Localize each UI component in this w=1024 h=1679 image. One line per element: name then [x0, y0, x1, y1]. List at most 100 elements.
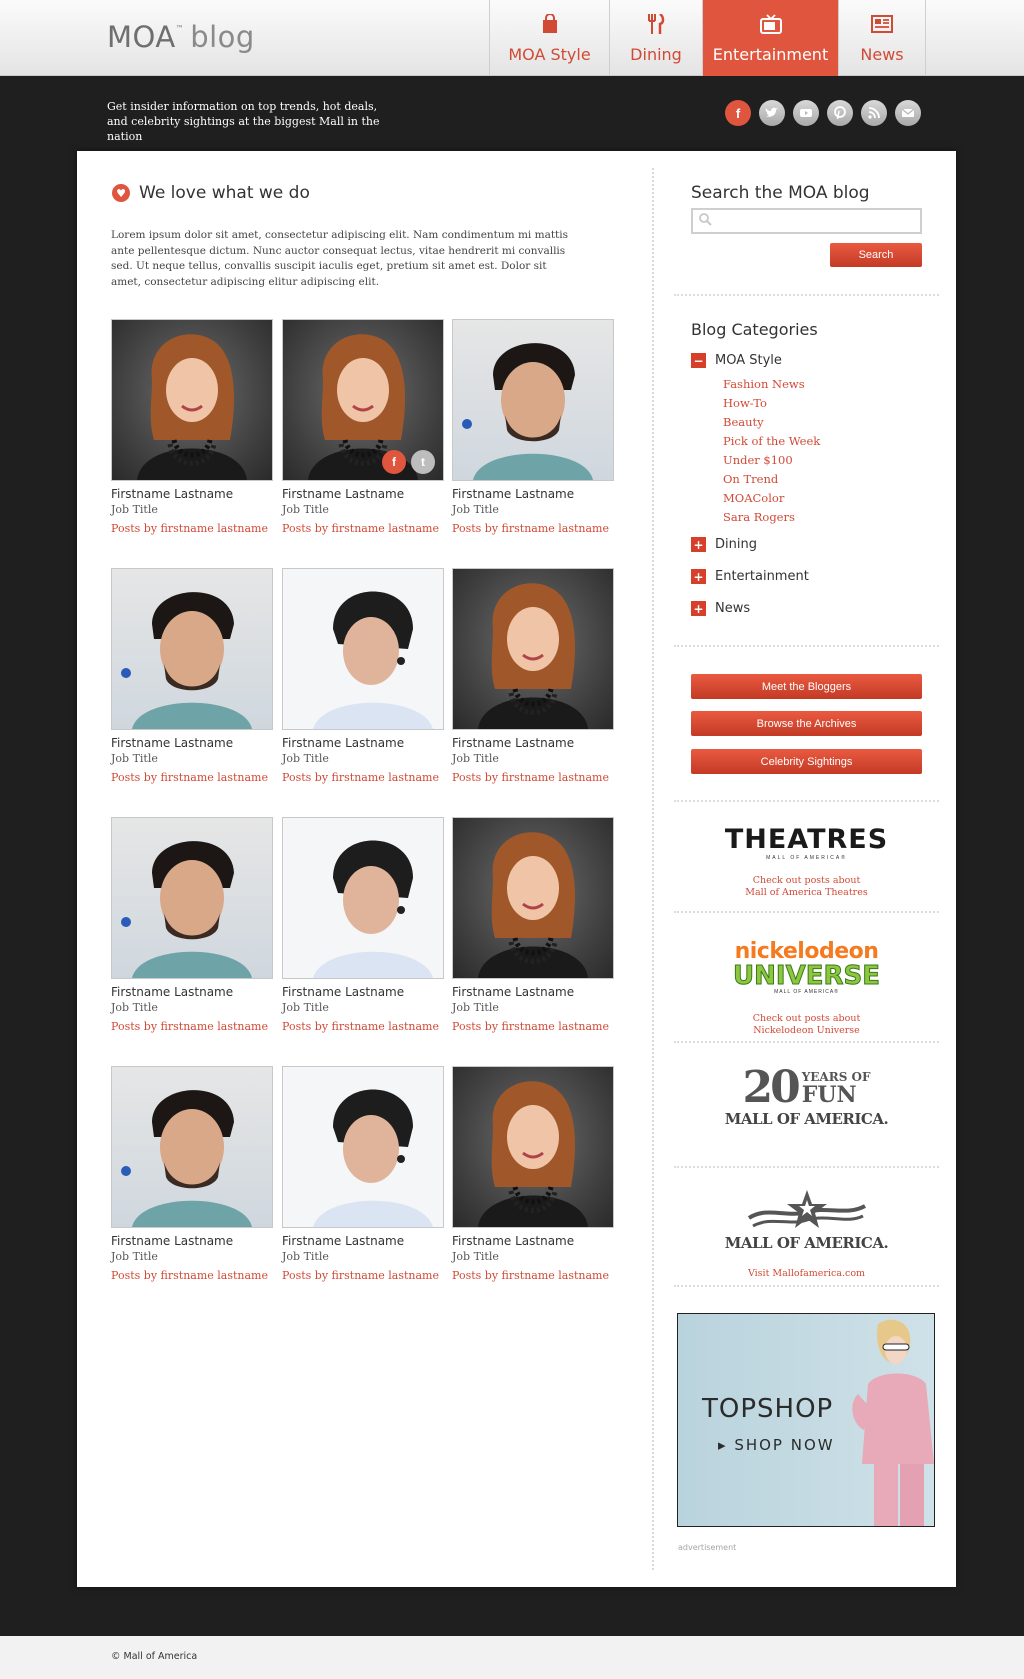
twitter-share-icon[interactable]: t — [411, 450, 435, 474]
page-title: ♥ We love what we do — [112, 183, 310, 203]
shopping-bag-icon — [539, 13, 561, 35]
blogger-card[interactable]: Firstname Lastname Job Title Posts by firs… — [452, 568, 614, 784]
blogger-job-title: Job Title — [282, 752, 329, 765]
blogger-job-title: Job Title — [282, 503, 329, 516]
search-title-text: Search the MOA blog — [691, 183, 870, 203]
blogger-job-title: Job Title — [111, 503, 158, 516]
blogger-card[interactable]: Firstname Lastname Job Title Posts by firs… — [282, 817, 444, 1033]
blogger-job-title: Job Title — [282, 1250, 329, 1263]
blogger-photo[interactable] — [111, 817, 273, 979]
nav-dining[interactable]: Dining — [609, 0, 702, 76]
nickelodeon-link-line1[interactable]: Check out posts about — [674, 1013, 939, 1025]
sidebar-divider — [674, 1041, 939, 1043]
blogger-job-title: Job Title — [111, 752, 158, 765]
youtube-icon[interactable] — [793, 100, 819, 126]
blogger-photo[interactable] — [282, 1066, 444, 1228]
category-label: MOA Style — [715, 353, 782, 368]
twenty-years-text: YEARS OF FUN — [802, 1070, 871, 1106]
site-footer: © Mall of America — [0, 1636, 1024, 1679]
blogger-card[interactable]: Firstname Lastname Job Title Posts by firs… — [282, 1066, 444, 1282]
blogger-card[interactable]: Firstname Lastname Job Title Posts by firs… — [111, 817, 273, 1033]
blogger-card[interactable]: Firstname Lastname Job Title Posts by firs… — [111, 1066, 273, 1282]
blogger-posts-link[interactable]: Posts by firstname lastname — [452, 771, 614, 784]
blogger-posts-link[interactable]: Posts by firstname lastname — [282, 771, 444, 784]
blogger-photo[interactable]: ft — [282, 319, 444, 481]
blogger-posts-link[interactable]: Posts by firstname lastname — [282, 522, 444, 535]
search-input[interactable] — [691, 208, 922, 234]
meet-bloggers-button[interactable]: Meet the Bloggers — [691, 674, 922, 699]
topshop-ad[interactable]: TOPSHOP ▸ SHOP NOW — [677, 1313, 935, 1527]
blogger-posts-link[interactable]: Posts by firstname lastname — [282, 1269, 444, 1282]
fork-knife-icon — [645, 13, 667, 35]
subcategory-link[interactable]: Beauty — [723, 415, 764, 429]
category-news[interactable]: + News — [691, 601, 750, 616]
blogger-photo[interactable] — [452, 817, 614, 979]
theatres-link-line2[interactable]: Mall of America Theatres — [674, 887, 939, 899]
visit-moa-link[interactable]: Visit Mallofamerica.com — [674, 1268, 939, 1280]
heart-icon: ♥ — [112, 184, 130, 202]
search-icon — [699, 213, 712, 229]
twitter-icon[interactable] — [759, 100, 785, 126]
facebook-icon[interactable]: f — [725, 100, 751, 126]
nav-dining-label: Dining — [630, 45, 682, 64]
blogger-card[interactable]: Firstname Lastname Job Title Posts by firs… — [452, 817, 614, 1033]
browse-archives-button[interactable]: Browse the Archives — [691, 711, 922, 736]
subcategory-link[interactable]: Under $100 — [723, 453, 793, 467]
blogger-photo[interactable] — [111, 568, 273, 730]
page-title-text: We love what we do — [139, 183, 310, 203]
category-entertainment[interactable]: + Entertainment — [691, 569, 809, 584]
blogger-photo[interactable] — [111, 1066, 273, 1228]
nav-entertainment[interactable]: Entertainment — [702, 0, 838, 76]
blogger-card[interactable]: Firstname Lastname Job Title Posts by firs… — [452, 1066, 614, 1282]
blogger-posts-link[interactable]: Posts by firstname lastname — [111, 1269, 273, 1282]
blogger-posts-link[interactable]: Posts by firstname lastname — [452, 1020, 614, 1033]
site-logo[interactable]: MOA™ blog — [107, 20, 255, 54]
moa-promo[interactable]: MALL OF AMERICA. Visit Mallofamerica.com — [674, 1186, 939, 1280]
subcategory-link[interactable]: MOAColor — [723, 491, 784, 505]
theatres-link-line1[interactable]: Check out posts about — [674, 875, 939, 887]
category-dining[interactable]: + Dining — [691, 537, 757, 552]
twenty-years-logo[interactable]: 20 YEARS OF FUN MALL OF AMERICA. — [674, 1066, 939, 1129]
nav-news[interactable]: News — [838, 0, 926, 76]
blogger-posts-link[interactable]: Posts by firstname lastname — [111, 771, 273, 784]
email-icon[interactable] — [895, 100, 921, 126]
ad-cta[interactable]: ▸ SHOP NOW — [718, 1436, 835, 1454]
blogger-photo[interactable] — [282, 817, 444, 979]
blogger-posts-link[interactable]: Posts by firstname lastname — [452, 522, 614, 535]
blogger-posts-link[interactable]: Posts by firstname lastname — [282, 1020, 444, 1033]
blogger-card[interactable]: Firstname Lastname Job Title Posts by firs… — [452, 319, 614, 535]
subcategory-link[interactable]: Sara Rogers — [723, 510, 795, 524]
blogger-card[interactable]: Firstname Lastname Job Title Posts by firs… — [111, 319, 273, 535]
blogger-photo[interactable] — [452, 568, 614, 730]
blogger-photo[interactable] — [452, 1066, 614, 1228]
ad-brand: TOPSHOP — [702, 1394, 834, 1424]
pinterest-icon[interactable] — [827, 100, 853, 126]
blogger-photo[interactable] — [452, 319, 614, 481]
nickelodeon-promo[interactable]: nickelodeon UNIVERSE MALL OF AMERICA® Ch… — [674, 941, 939, 1037]
search-button[interactable]: Search — [830, 243, 922, 267]
category-moa-style[interactable]: − MOA Style — [691, 353, 782, 368]
nav-moa-style[interactable]: MOA Style — [489, 0, 609, 76]
blogger-photo[interactable] — [282, 568, 444, 730]
nickelodeon-link-line2[interactable]: Nickelodeon Universe — [674, 1025, 939, 1037]
blogger-posts-link[interactable]: Posts by firstname lastname — [111, 1020, 273, 1033]
sidebar-divider — [674, 800, 939, 802]
blogger-posts-link[interactable]: Posts by firstname lastname — [111, 522, 273, 535]
blogger-card[interactable]: f t Firstname Lastname Job Title Posts by fi… — [282, 319, 444, 535]
play-arrow-icon: ▸ — [718, 1436, 728, 1454]
subcategory-link[interactable]: On Trend — [723, 472, 778, 486]
theatres-promo[interactable]: THEATRES MALL OF AMERICA® Check out post… — [674, 824, 939, 899]
subcategory-link[interactable]: Fashion News — [723, 377, 805, 391]
blogger-name: Firstname Lastname — [452, 985, 575, 999]
subcategory-link[interactable]: How-To — [723, 396, 767, 410]
subcategory-link[interactable]: Pick of the Week — [723, 434, 820, 448]
facebook-share-icon[interactable]: f — [382, 450, 406, 474]
blogger-photo[interactable] — [111, 319, 273, 481]
blogger-card[interactable]: Firstname Lastname Job Title Posts by firs… — [111, 568, 273, 784]
sidebar-divider — [674, 911, 939, 913]
blogger-posts-link[interactable]: Posts by firstname lastname — [452, 1269, 614, 1282]
celebrity-sightings-button[interactable]: Celebrity Sightings — [691, 749, 922, 774]
rss-icon[interactable] — [861, 100, 887, 126]
blogger-card[interactable]: Firstname Lastname Job Title Posts by firs… — [282, 568, 444, 784]
blogger-name: Firstname Lastname — [452, 736, 575, 750]
